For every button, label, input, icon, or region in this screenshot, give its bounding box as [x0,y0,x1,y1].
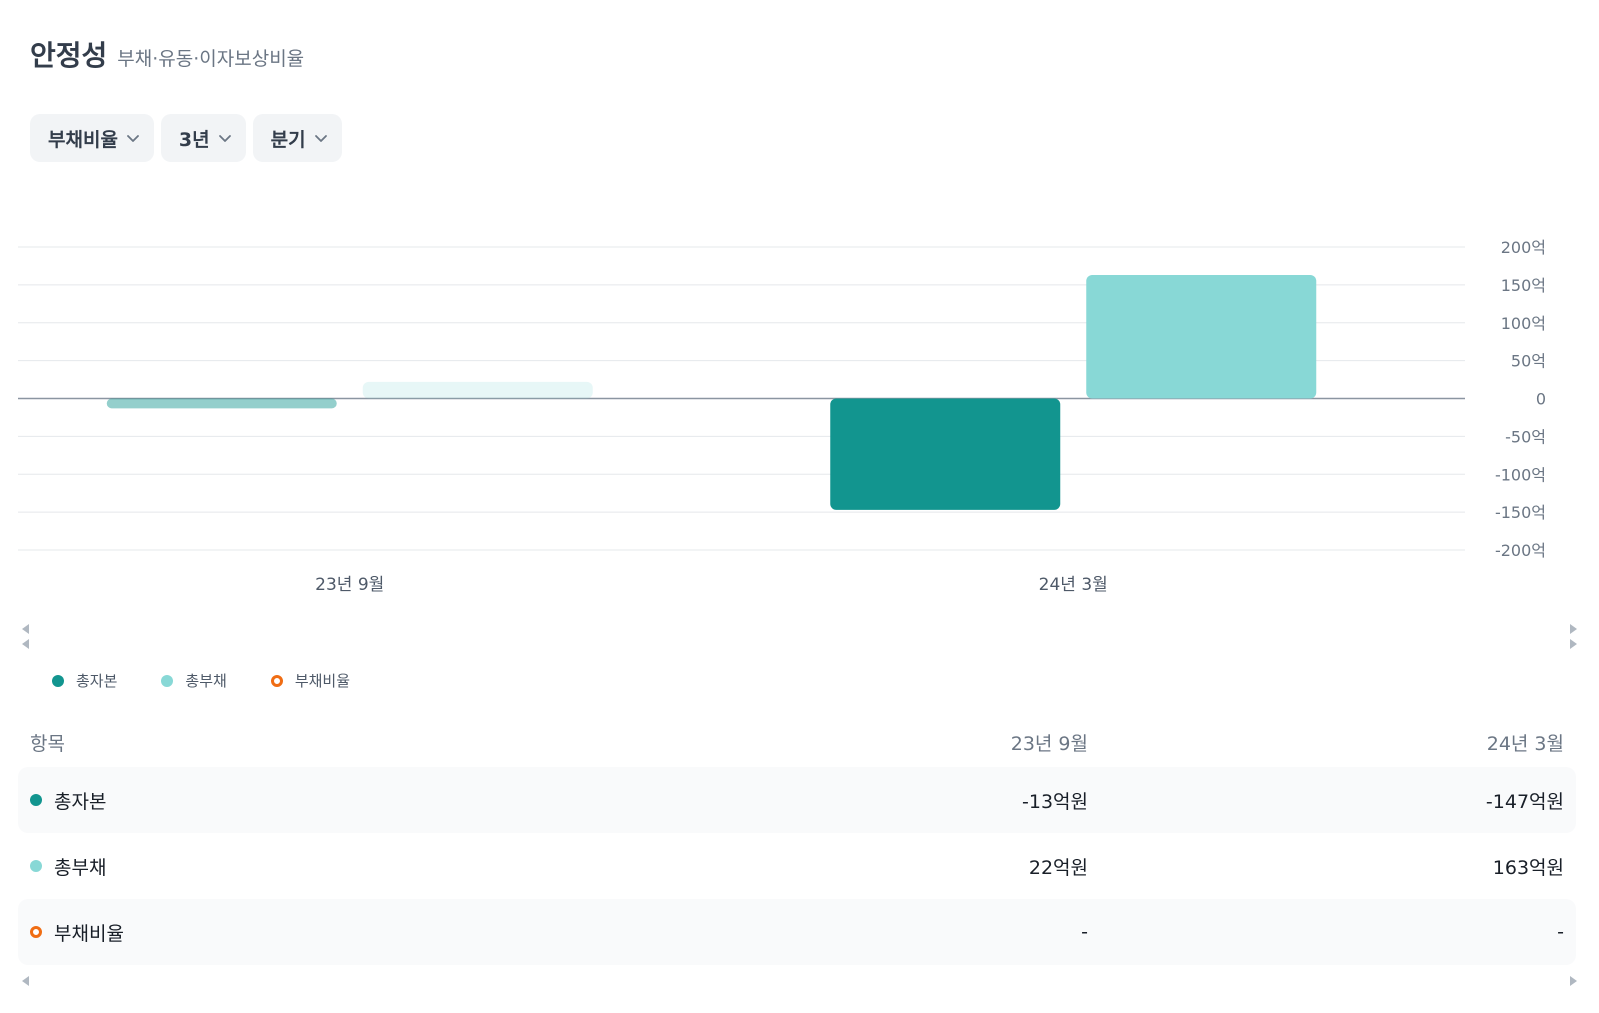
interval-dropdown[interactable]: 분기 [252,114,342,162]
legend-label: 총자본 [76,672,118,690]
bar-total-liabilities [1086,275,1317,399]
chevron-down-icon [127,135,139,142]
row-dot-icon [30,860,42,872]
period-dropdown-label: 3년 [178,128,210,151]
table-cell: - [1081,921,1088,943]
chart-scroll-left-icon[interactable] [22,639,29,649]
row-label: 부채비율 [54,922,124,945]
row-dot-icon [30,794,42,806]
period-dropdown[interactable]: 3년 [160,114,246,162]
table-header-col: 23년 9월 [1010,732,1088,755]
table-row: 부채비율 - - [18,899,1576,965]
y-tick-label: 0 [1536,390,1546,409]
table-header: 항목 23년 9월 24년 3월 [18,717,1576,767]
chart-scroll-right-icon[interactable] [1570,624,1577,634]
y-tick-label: 150억 [1501,276,1546,295]
y-tick-label: -50억 [1505,427,1546,446]
table-header-item: 항목 [30,732,65,755]
y-tick-label: -150억 [1495,503,1546,522]
legend-dot-icon [161,674,174,687]
table-scroll-left-icon[interactable] [22,976,29,986]
metric-dropdown-label: 부채비율 [48,128,118,151]
y-tick-label: -200억 [1495,541,1546,560]
bar-total-equity [830,398,1061,510]
chevron-down-icon [314,135,327,142]
y-tick-label: -100억 [1495,465,1546,484]
y-tick-label: 200억 [1501,238,1546,257]
metric-dropdown[interactable]: 부채비율 [30,114,154,162]
table-cell: -147억원 [1485,790,1564,813]
legend-item-debt-ratio[interactable]: 부채비율 [270,670,351,691]
chart-scroll-left-icon[interactable] [22,624,29,634]
table-cell: -13억원 [1022,790,1088,813]
table-row-label-cell: 총자본 [18,787,718,814]
row-label: 총자본 [54,790,107,813]
x-tick-label: 23년 9월 [315,575,384,595]
row-ring-icon [30,926,42,938]
table-row: 총자본 -13억원 -147억원 [18,767,1576,833]
table-cell: 22억원 [1028,856,1088,879]
table-cell: - [1557,921,1564,943]
legend-ring-icon [270,674,283,687]
legend-label: 총부채 [185,672,227,690]
table-row: 총부채 22억원 163억원 [18,833,1576,899]
table-header-col: 24년 3월 [1486,732,1564,755]
bar-total-liabilities [362,381,593,399]
data-table: 항목 23년 9월 24년 3월 총자본 -13억원 -147억원 총부채 22… [18,717,1576,965]
row-label: 총부채 [54,856,107,879]
chart-legend: 총자본 총부채 부채비율 [52,670,350,691]
section-header: 안정성 부채·유동·이자보상비율 [30,34,304,74]
y-tick-label: 100억 [1501,314,1546,333]
table-cell: 163억원 [1492,856,1564,879]
table-row-label-cell: 부채비율 [18,919,718,946]
y-tick-label: 50억 [1511,352,1546,371]
legend-item-total-liabilities[interactable]: 총부채 [161,670,227,691]
chevron-down-icon [218,135,231,142]
page-title: 안정성 [30,39,108,72]
legend-dot-icon [52,674,64,687]
page-subtitle: 부채·유동·이자보상비율 [117,48,305,70]
legend-label: 부채비율 [294,672,351,690]
table-row-label-cell: 총부채 [18,853,718,880]
table-scroll-right-icon[interactable] [1570,976,1577,986]
bar-chart: 200억 150억 100억 50억 0 -50억 -100억 -150억 -200억 23년 9… [18,238,1546,595]
x-tick-label: 24년 3월 [1039,575,1108,595]
legend-item-total-equity[interactable]: 총자본 [52,670,117,691]
chart-scroll-right-icon[interactable] [1570,639,1577,649]
filter-bar: 부채비율 3년 분기 [30,114,342,162]
interval-dropdown-label: 분기 [270,128,306,151]
bar-total-equity [106,398,337,409]
